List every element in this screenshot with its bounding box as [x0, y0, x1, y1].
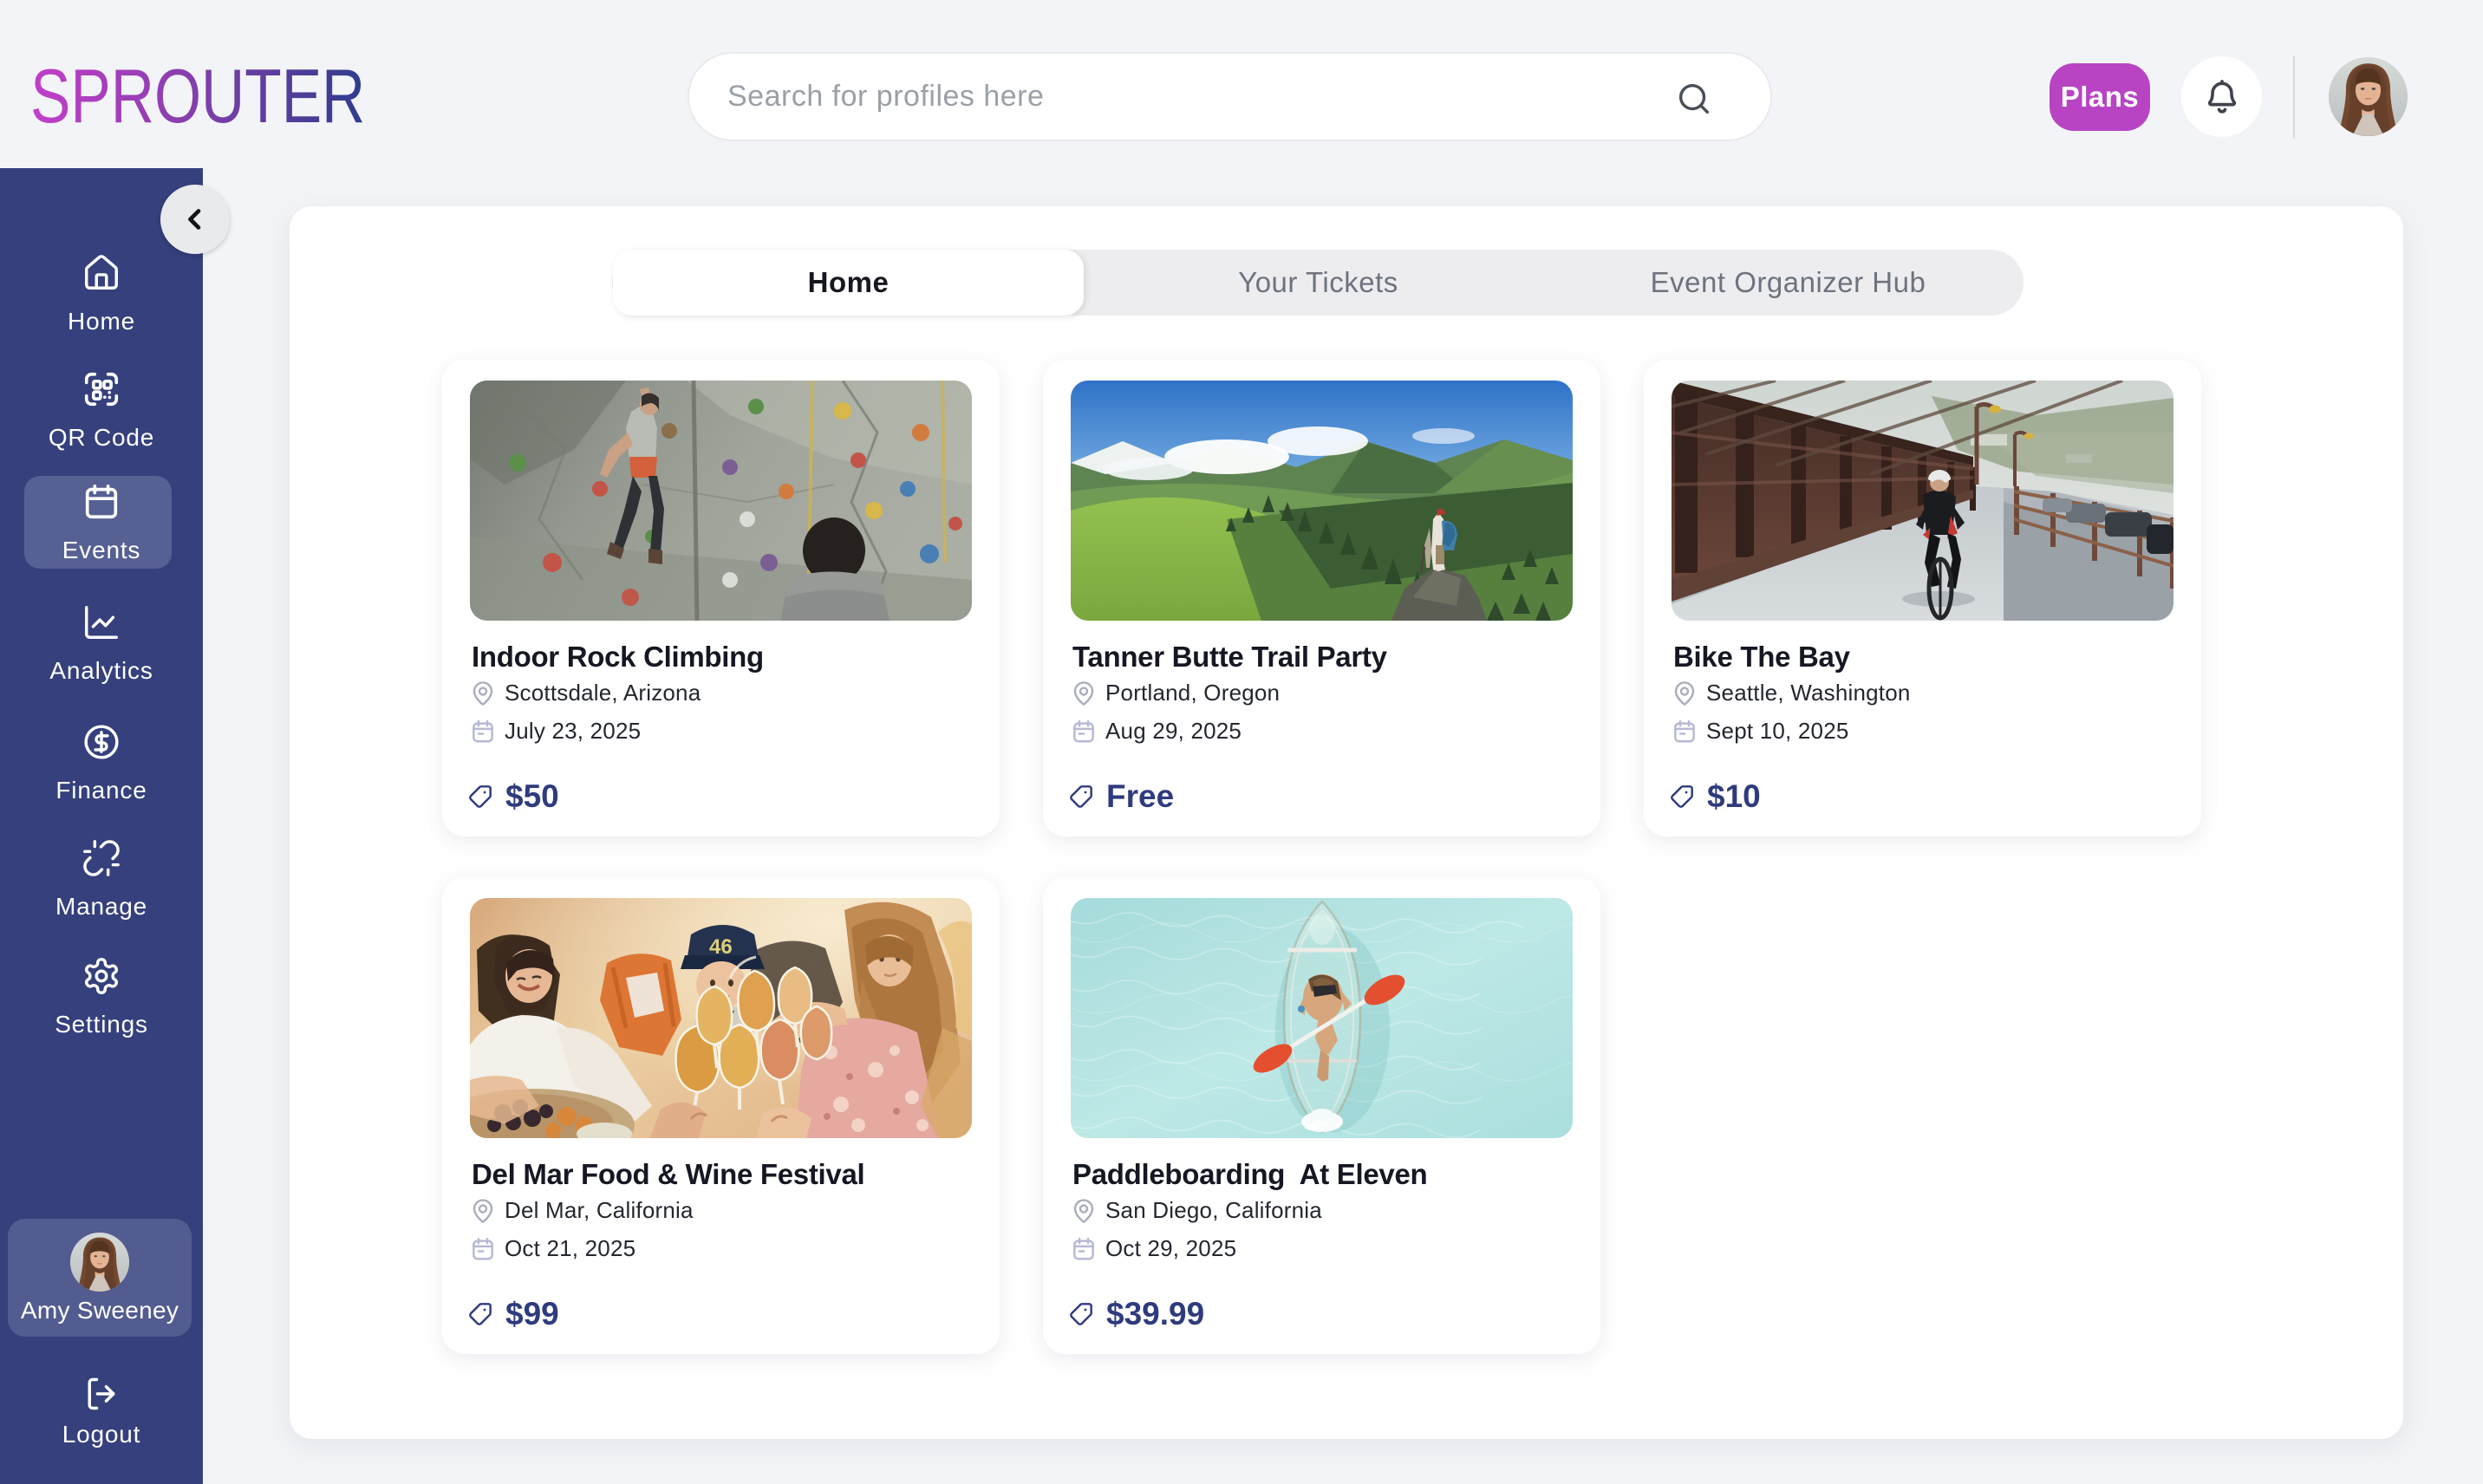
svg-text:46: 46 [709, 935, 733, 959]
